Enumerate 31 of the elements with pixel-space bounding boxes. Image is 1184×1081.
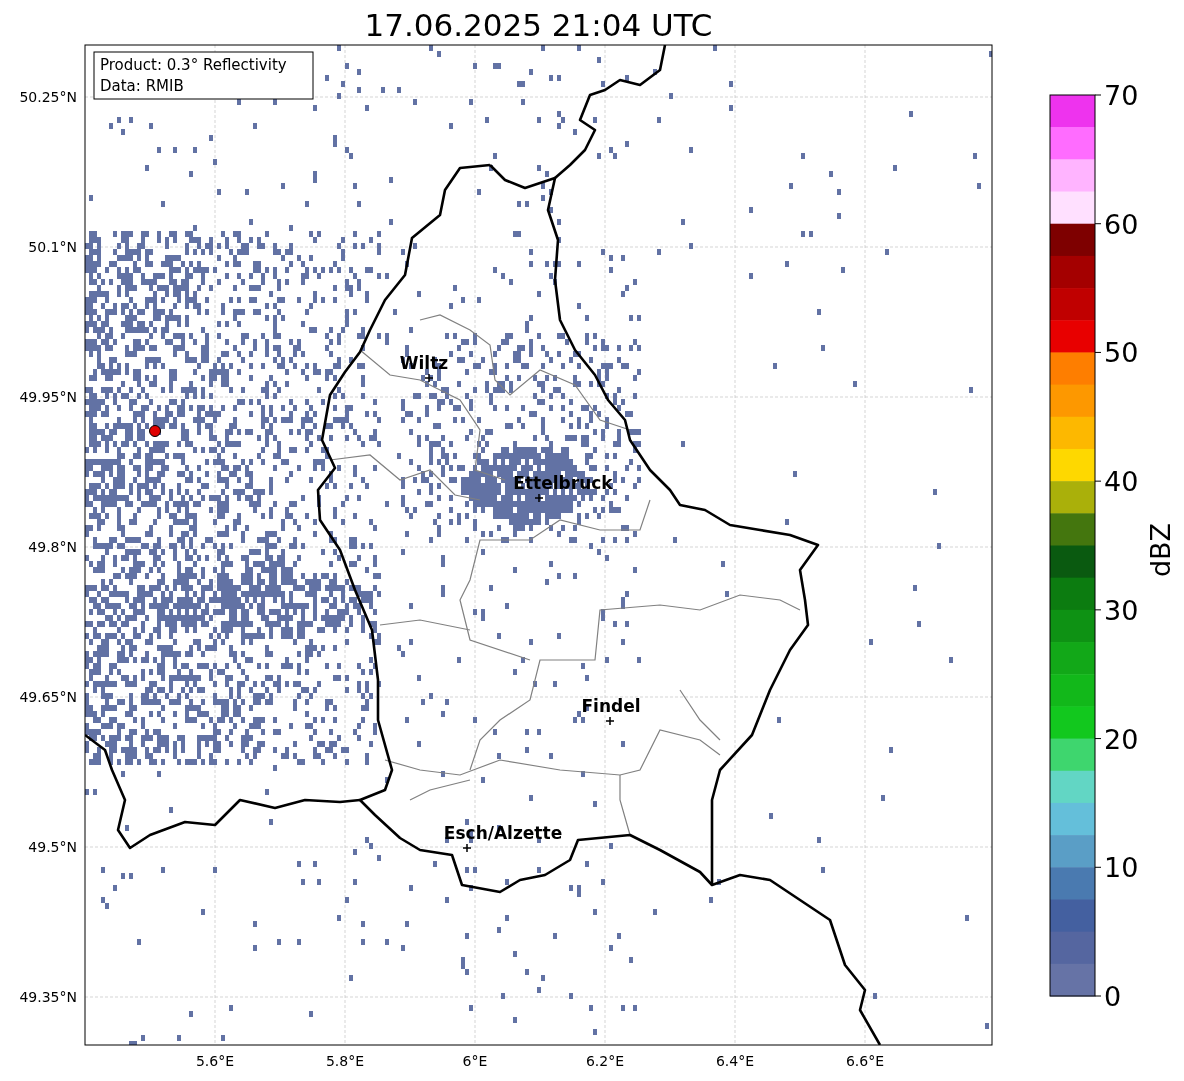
x-tick-label: 6.2°E: [585, 1053, 625, 1069]
x-tick-label: 6°E: [462, 1053, 488, 1069]
y-tick-label: 50.25°N: [19, 89, 77, 105]
colorbar-tick-label: 20: [1104, 723, 1139, 755]
x-tick-label: 5.6°E: [195, 1053, 235, 1069]
city-marker: [462, 843, 472, 853]
radar-site-marker: [149, 425, 161, 437]
colorbar-tick-label: 30: [1104, 594, 1139, 626]
y-tick-label: 49.5°N: [28, 839, 77, 855]
x-tick-label: 6.6°E: [845, 1053, 885, 1069]
plot-title: 17.06.2025 21:04 UTC: [364, 7, 713, 43]
y-tick-label: 49.65°N: [19, 689, 77, 705]
y-tick-label: 49.35°N: [19, 989, 77, 1005]
colorbar-tick-label: 0: [1104, 981, 1122, 1012]
colorbar-tick-label: 70: [1104, 80, 1139, 111]
city-label: Findel: [581, 696, 641, 716]
info-text: Data: RMIB: [100, 77, 184, 95]
colorbar-tick-label: 60: [1104, 208, 1139, 240]
info-text: Product: 0.3° Reflectivity: [100, 56, 287, 74]
x-tick-label: 6.4°E: [715, 1053, 755, 1069]
colorbar-label: dBZ: [1145, 522, 1176, 578]
city-marker: [424, 373, 434, 383]
y-tick-label: 49.8°N: [28, 539, 77, 555]
colorbar-tick-label: 50: [1104, 337, 1139, 369]
y-tick-label: 49.95°N: [19, 389, 77, 405]
y-tick-label: 50.1°N: [28, 239, 77, 255]
colorbar-tick-label: 40: [1104, 466, 1139, 498]
x-tick-label: 5.8°E: [325, 1053, 365, 1069]
city-marker: [605, 716, 615, 726]
colorbar-tick-label: 10: [1104, 852, 1139, 884]
city-marker: [534, 493, 544, 503]
